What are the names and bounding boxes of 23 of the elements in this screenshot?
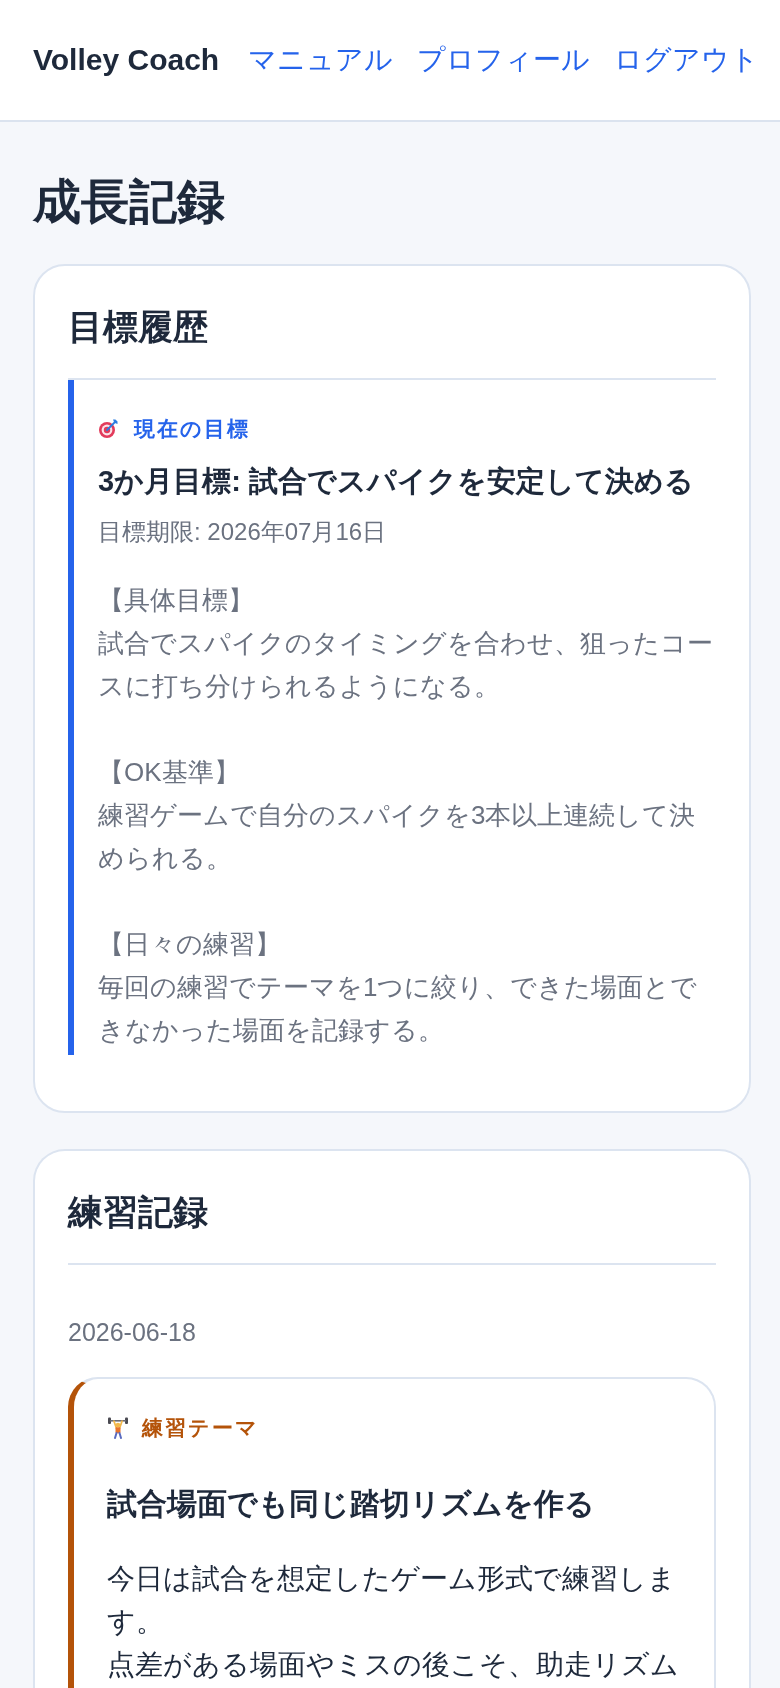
current-goal-label: 現在の目標: [134, 416, 250, 442]
page-title: 成長記録: [33, 174, 225, 230]
nav-link[interactable]: ログアウト: [614, 40, 760, 80]
goal-section-heading: 【具体目標】: [98, 584, 254, 617]
practice-theme-text: 点差がある場面やミスの後こそ、助走リズム: [107, 1648, 680, 1682]
goal-section-text: 練習ゲームで自分のスパイクを3本以上連続して決められる。: [98, 799, 697, 875]
practice-theme-label: 練習テーマ: [142, 1415, 259, 1441]
target-icon: [98, 419, 118, 439]
goal-deadline: 目標期限: 2026年07月16日: [98, 517, 387, 547]
section-heading: 練習記録: [68, 1191, 208, 1233]
nav-link[interactable]: プロフィール: [417, 40, 591, 80]
goal-section-text: 毎回の練習でテーマを1つに絞り、できた場面とできなかった場面を記録する。: [98, 971, 699, 1047]
weightlifter-icon: [107, 1417, 129, 1439]
goal-section-heading: 【OK基準】: [98, 756, 240, 789]
goal-section-heading: 【日々の練習】: [98, 928, 281, 961]
goal-title: 3か月目標: 試合でスパイクを安定して決める: [98, 464, 695, 499]
practice-theme-text: 今日は試合を想定したゲーム形式で練習します。: [107, 1562, 677, 1639]
section-heading: 目標履歴: [68, 306, 208, 348]
brand-link[interactable]: Volley Coach: [33, 40, 220, 80]
entry-date: 2026-06-18: [68, 1317, 196, 1348]
goal-section-text: 試合でスパイクのタイミングを合わせ、狙ったコースに打ち分けられるようになる。: [98, 627, 714, 703]
nav-link[interactable]: マニュアル: [248, 40, 394, 80]
practice-theme-title: 試合場面でも同じ踏切リズムを作る: [107, 1486, 596, 1522]
